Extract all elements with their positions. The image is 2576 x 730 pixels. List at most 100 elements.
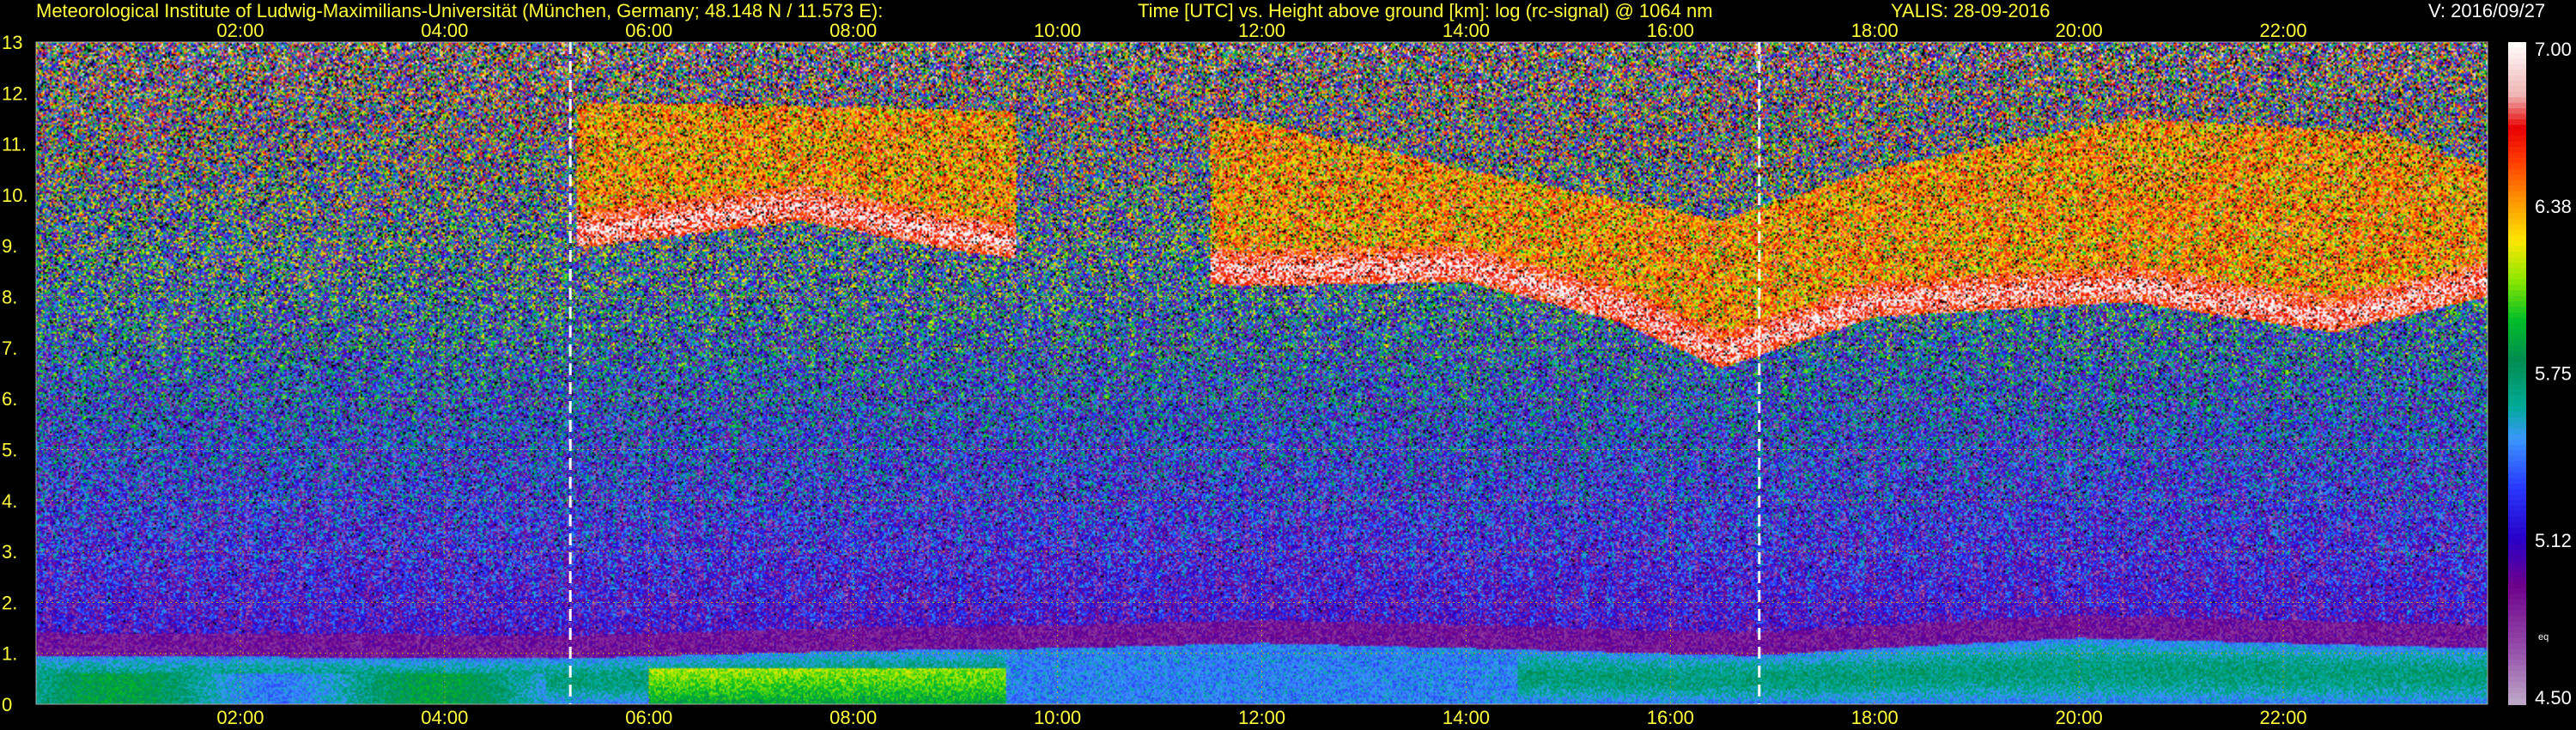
x-tick-label-bottom: 18:00	[1851, 707, 1899, 728]
colorbar-swatch	[2508, 345, 2526, 352]
x-tick-label-top: 22:00	[2260, 20, 2307, 41]
colorbar-swatch	[2508, 666, 2526, 672]
y-tick-label: 3.	[2, 541, 17, 563]
x-tick-label-top: 04:00	[421, 20, 468, 41]
colorbar-swatch	[2508, 544, 2526, 551]
colorbar-swatch	[2508, 52, 2526, 60]
colorbar-tick-label: 5.75	[2535, 363, 2572, 385]
colorbar-swatch	[2508, 445, 2526, 452]
colorbar-swatch	[2508, 621, 2526, 629]
colorbar-swatch	[2508, 80, 2526, 88]
y-tick-label: 13	[2, 32, 22, 53]
colorbar-swatch	[2508, 516, 2526, 523]
colorbar-swatch	[2508, 571, 2526, 579]
colorbar-swatch	[2508, 550, 2526, 557]
x-tick-label-top: 12:00	[1238, 20, 1285, 41]
colorbar-swatch	[2508, 417, 2526, 424]
colorbar-swatch	[2508, 42, 2526, 49]
colorbar-swatch	[2508, 368, 2526, 374]
colorbar-swatch	[2508, 406, 2526, 413]
y-tick-label: 8.	[2, 287, 17, 308]
colorbar-swatch	[2508, 91, 2526, 99]
colorbar-swatch	[2508, 136, 2526, 143]
colorbar-swatch	[2508, 566, 2526, 573]
x-tick-label-top: 06:00	[625, 20, 672, 41]
colorbar-swatch	[2508, 356, 2526, 363]
colorbar-swatch	[2508, 632, 2526, 639]
colorbar-swatch	[2508, 439, 2526, 447]
x-tick-label-bottom: 22:00	[2260, 707, 2307, 728]
colorbar-swatch	[2508, 605, 2526, 611]
colorbar-swatch	[2508, 455, 2526, 463]
colorbar-swatch	[2508, 400, 2526, 408]
colorbar-swatch	[2508, 373, 2526, 380]
x-tick-label-top: 10:00	[1034, 20, 1081, 41]
colorbar-swatch	[2508, 654, 2526, 661]
colorbar-swatch	[2508, 163, 2526, 170]
colorbar-swatch	[2508, 70, 2526, 76]
colorbar-swatch	[2508, 555, 2526, 562]
colorbar-swatch	[2508, 538, 2526, 545]
y-tick-label: 9.	[2, 235, 17, 257]
colorbar-swatch	[2508, 384, 2526, 391]
x-tick-label-bottom: 02:00	[216, 707, 264, 728]
colorbar-swatch	[2508, 627, 2526, 634]
colorbar-swatch	[2508, 202, 2526, 209]
colorbar-swatch	[2508, 268, 2526, 275]
y-tick-label: 7.	[2, 338, 17, 359]
x-tick-label-bottom: 10:00	[1034, 707, 1081, 728]
colorbar-swatch	[2508, 191, 2526, 198]
colorbar-swatch	[2508, 698, 2526, 705]
x-tick-label-bottom: 04:00	[421, 707, 468, 728]
colorbar-swatch	[2508, 671, 2526, 678]
colorbar-swatch	[2508, 295, 2526, 302]
colorbar-swatch	[2508, 152, 2526, 159]
colorbar-swatch	[2508, 234, 2526, 242]
y-tick-label: 2.	[2, 592, 17, 613]
colorbar-swatch	[2508, 113, 2526, 120]
colorbar-swatch	[2508, 423, 2526, 429]
colorbar-swatch	[2508, 560, 2526, 568]
colorbar-swatch	[2508, 323, 2526, 331]
colorbar-swatch	[2508, 593, 2526, 600]
colorbar-swatch	[2508, 434, 2526, 441]
colorbar-swatch	[2508, 246, 2526, 253]
y-tick-label: 6.	[2, 388, 17, 410]
colorbar-swatch	[2508, 334, 2526, 341]
colorbar-swatch	[2508, 119, 2526, 126]
x-tick-label-bottom: 12:00	[1238, 707, 1285, 728]
colorbar-swatch	[2508, 64, 2526, 71]
lidar-heatmap-chart: 02:00 04:00 06:00 08:00 10:00 12:00 14:00 16:00…	[0, 20, 2576, 730]
colorbar-swatch	[2508, 648, 2526, 656]
colorbar-swatch	[2508, 307, 2526, 313]
colorbar-swatch	[2508, 500, 2526, 507]
x-tick-label-top: 16:00	[1647, 20, 1694, 41]
colorbar-swatch	[2508, 273, 2526, 281]
colorbar-swatch	[2508, 395, 2526, 402]
colorbar-swatch	[2508, 610, 2526, 617]
colorbar-swatch	[2508, 97, 2526, 104]
colorbar-swatch	[2508, 466, 2526, 474]
colorbar-swatch	[2508, 505, 2526, 513]
colorbar-swatch	[2508, 411, 2526, 418]
colorbar-swatch	[2508, 312, 2526, 319]
colorbar-swatch	[2508, 582, 2526, 590]
colorbar-swatch	[2508, 461, 2526, 468]
x-tick-label-bottom: 06:00	[625, 707, 672, 728]
colorbar-swatch	[2508, 643, 2526, 650]
colorbar-swatch	[2508, 47, 2526, 54]
colorbar-swatch	[2508, 682, 2526, 689]
colorbar-swatch	[2508, 102, 2526, 110]
y-tick-label: 4.	[2, 490, 17, 512]
colorbar-swatch	[2508, 130, 2526, 137]
colorbar-swatch	[2508, 577, 2526, 584]
colorbar-swatch	[2508, 472, 2526, 479]
colorbar-swatch	[2508, 478, 2526, 484]
colorbar-swatch	[2508, 284, 2526, 292]
colorbar-swatch	[2508, 378, 2526, 386]
x-tick-label-bottom: 20:00	[2056, 707, 2103, 728]
colorbar-swatch	[2508, 301, 2526, 308]
x-tick-label-bottom: 16:00	[1647, 707, 1694, 728]
colorbar-tick-label: 4.50	[2535, 687, 2572, 709]
colorbar-swatch	[2508, 693, 2526, 700]
